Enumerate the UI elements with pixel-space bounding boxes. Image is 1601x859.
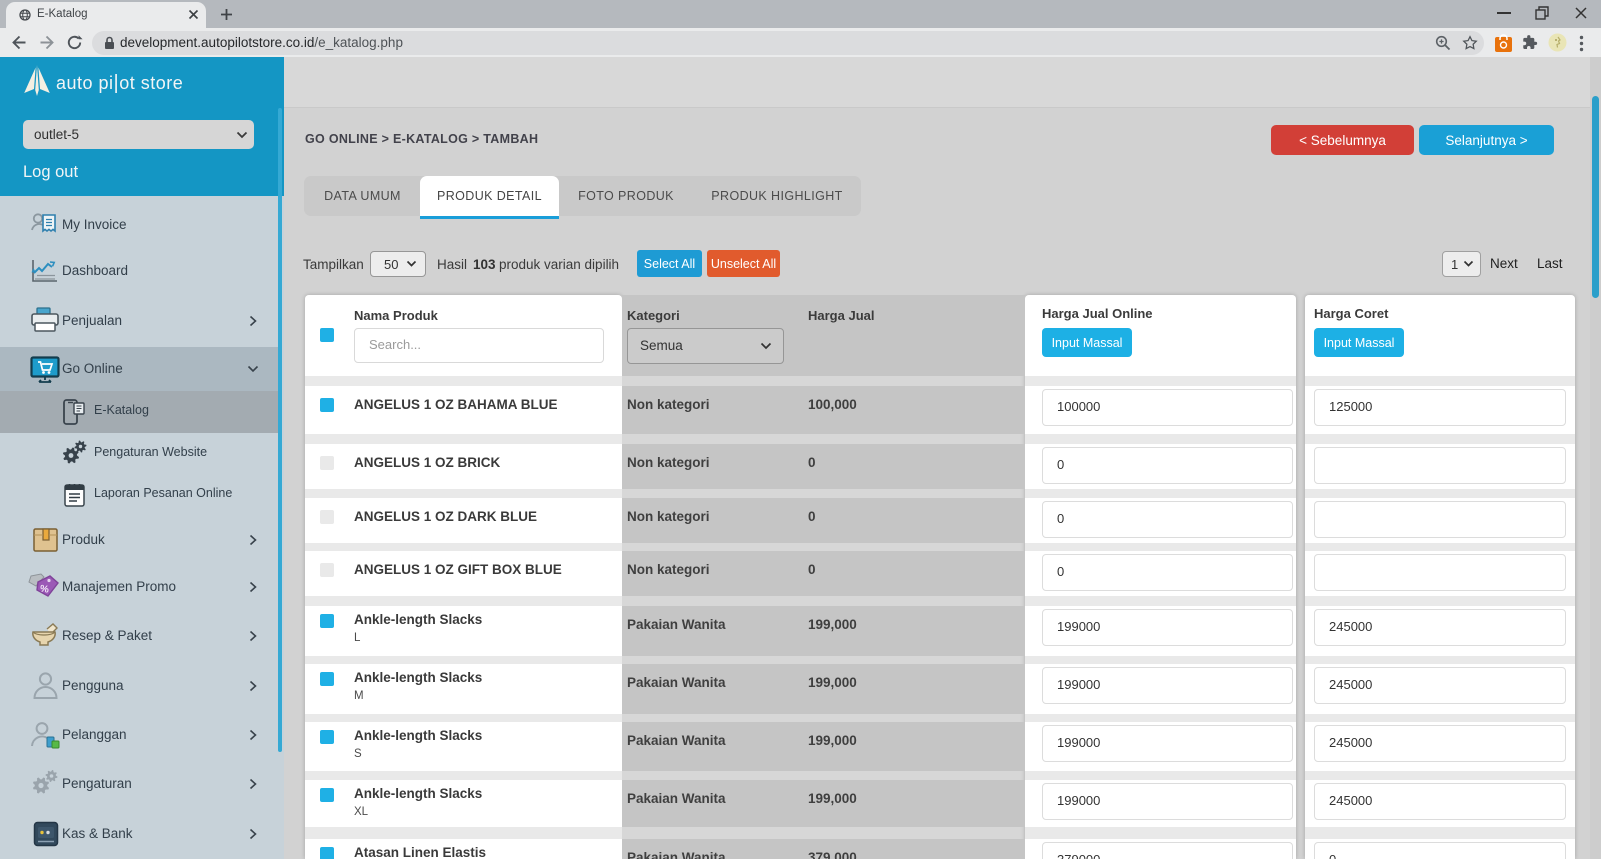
svg-text:%: %: [39, 584, 49, 596]
